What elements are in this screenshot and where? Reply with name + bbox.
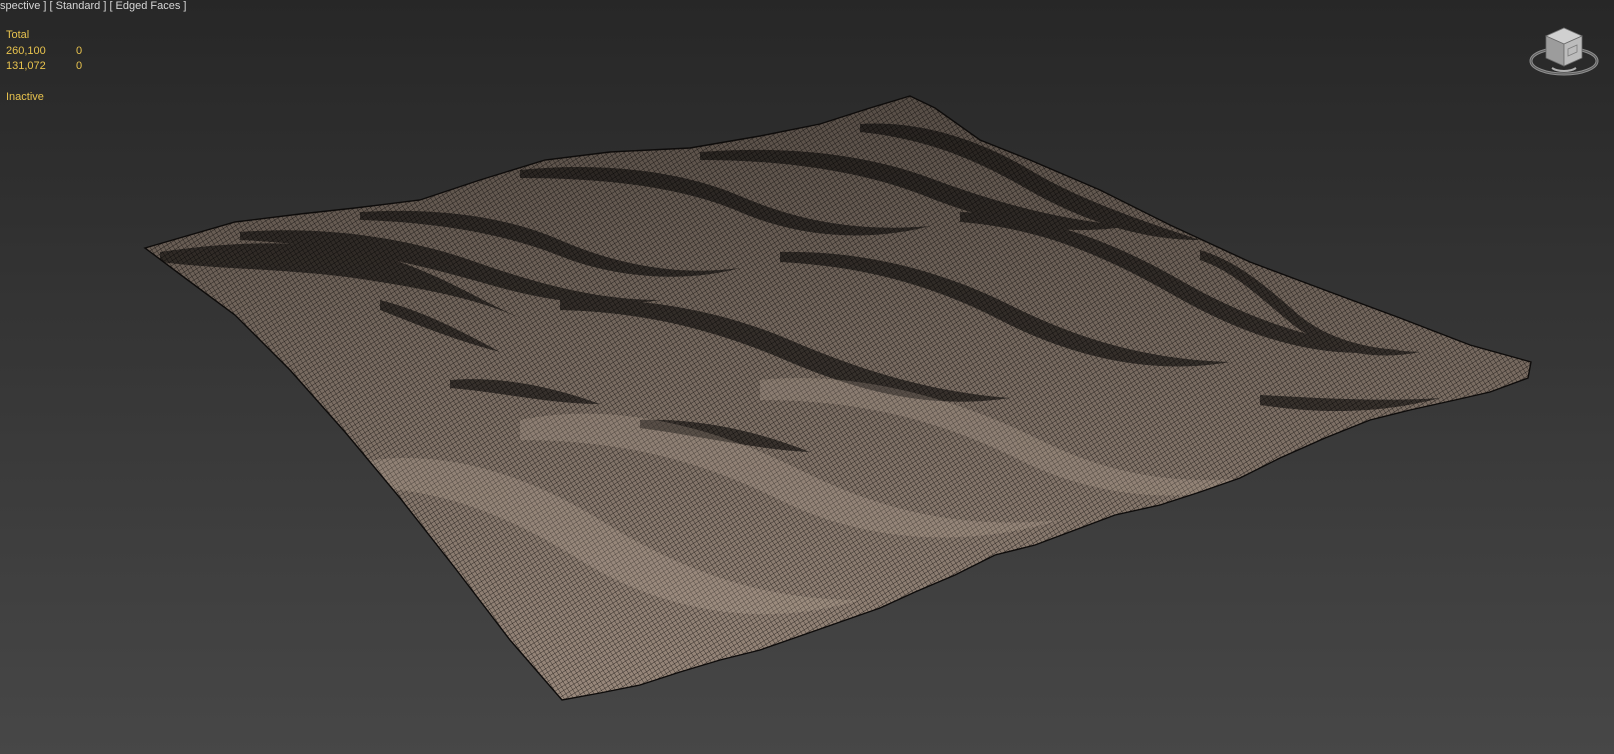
statistics-header: Total [6, 29, 30, 41]
selected-count: 0 [76, 60, 83, 72]
viewport-label[interactable]: spective ] [ Standard ] [ Edged Faces ] [0, 0, 187, 14]
selected-count: 0 [76, 44, 83, 57]
terrain-mesh[interactable] [0, 0, 1614, 754]
statistics-row-polys: 260,100 0 [6, 44, 82, 60]
statistics-overlay: Total 260,100 0 131,072 0 Inactive [6, 28, 82, 106]
statistics-status: Inactive [6, 91, 44, 103]
total-count: 260,100 [6, 44, 46, 57]
perspective-viewport[interactable]: spective ] [ Standard ] [ Edged Faces ] … [0, 0, 1614, 754]
statistics-row-verts: 131,072 0 [6, 59, 82, 75]
viewcube-icon[interactable] [1524, 20, 1604, 86]
total-count: 131,072 [6, 60, 46, 72]
